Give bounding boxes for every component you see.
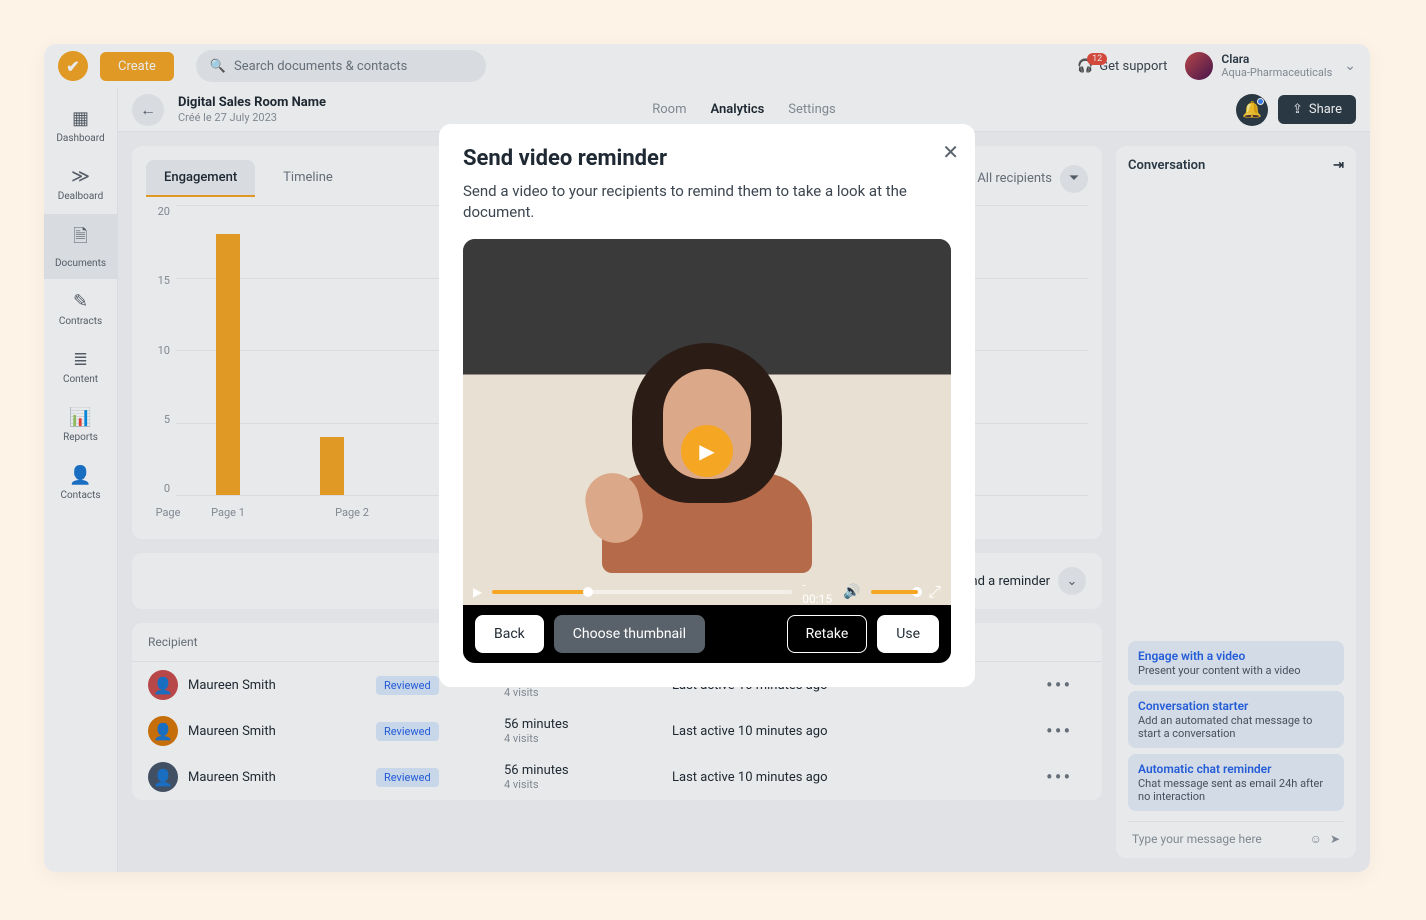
fullscreen-icon[interactable]: ⤢ (928, 582, 941, 602)
use-button[interactable]: Use (877, 615, 939, 653)
video-preview: ▶ ▶ - 00:15 🔊 ⤢ Back Choose thumbnail (463, 239, 951, 663)
video-controls: ▶ - 00:15 🔊 ⤢ (463, 579, 951, 605)
back-button[interactable]: Back (475, 615, 544, 653)
video-scrubber[interactable] (492, 590, 792, 594)
video-play-icon[interactable]: ▶ (473, 585, 482, 599)
retake-button[interactable]: Retake (787, 615, 868, 653)
send-video-reminder-modal: ✕ Send video reminder Send a video to yo… (439, 124, 975, 687)
choose-thumbnail-button[interactable]: Choose thumbnail (554, 615, 705, 653)
volume-icon[interactable]: 🔊 (843, 584, 860, 600)
modal-overlay: ✕ Send video reminder Send a video to yo… (44, 44, 1370, 872)
modal-title: Send video reminder (463, 146, 951, 171)
video-time: - 00:15 (802, 578, 833, 606)
app-frame: ✔ Create 🔍 Search documents & contacts 🎧… (44, 44, 1370, 872)
volume-slider[interactable] (871, 590, 919, 594)
close-button[interactable]: ✕ (942, 140, 959, 164)
play-button[interactable]: ▶ (681, 425, 733, 477)
modal-description: Send a video to your recipients to remin… (463, 181, 951, 223)
